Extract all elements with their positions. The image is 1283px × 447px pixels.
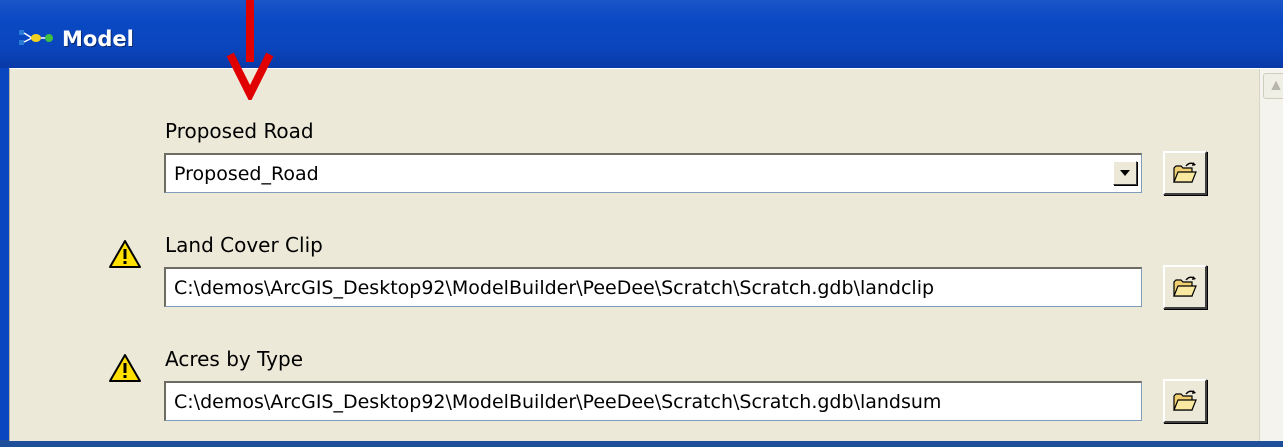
parameter-acres-by-type: Acres by Type C:\demos\ArcGIS_Desktop92\…	[10, 347, 1250, 447]
field-value: Proposed_Road	[174, 163, 319, 185]
window-titlebar[interactable]: Model	[0, 0, 1283, 68]
open-folder-icon	[1173, 390, 1197, 411]
land-cover-clip-field[interactable]: C:\demos\ArcGIS_Desktop92\ModelBuilder\P…	[164, 267, 1142, 307]
proposed-road-dropdown[interactable]: Proposed_Road	[164, 153, 1142, 193]
model-icon	[19, 30, 53, 45]
scroll-up-icon[interactable]: ▲	[1263, 73, 1283, 99]
browse-button[interactable]	[1163, 379, 1207, 423]
red-down-arrow-icon	[226, 0, 274, 100]
warning-icon	[109, 354, 141, 382]
open-folder-icon	[1173, 162, 1197, 183]
browse-button[interactable]	[1163, 265, 1207, 309]
acres-by-type-field[interactable]: C:\demos\ArcGIS_Desktop92\ModelBuilder\P…	[164, 381, 1142, 421]
field-value: C:\demos\ArcGIS_Desktop92\ModelBuilder\P…	[174, 391, 942, 413]
browse-button[interactable]	[1163, 151, 1207, 195]
parameter-proposed-road: Proposed Road Proposed_Road	[10, 119, 1250, 219]
chevron-down-icon[interactable]	[1113, 161, 1137, 185]
window-title: Model	[62, 27, 134, 51]
parameter-label: Land Cover Clip	[165, 233, 323, 257]
vertical-scrollbar[interactable]: ▲	[1259, 69, 1283, 441]
model-dialog: Proposed Road Proposed_Road Land Cover C…	[0, 68, 1283, 441]
field-value: C:\demos\ArcGIS_Desktop92\ModelBuilder\P…	[174, 277, 935, 299]
parameter-land-cover-clip: Land Cover Clip C:\demos\ArcGIS_Desktop9…	[10, 233, 1250, 333]
dialog-client-area: Proposed Road Proposed_Road Land Cover C…	[9, 68, 1283, 441]
warning-icon	[109, 240, 141, 268]
open-folder-icon	[1173, 276, 1197, 297]
parameter-label: Acres by Type	[165, 347, 304, 371]
parameter-label: Proposed Road	[165, 119, 314, 143]
